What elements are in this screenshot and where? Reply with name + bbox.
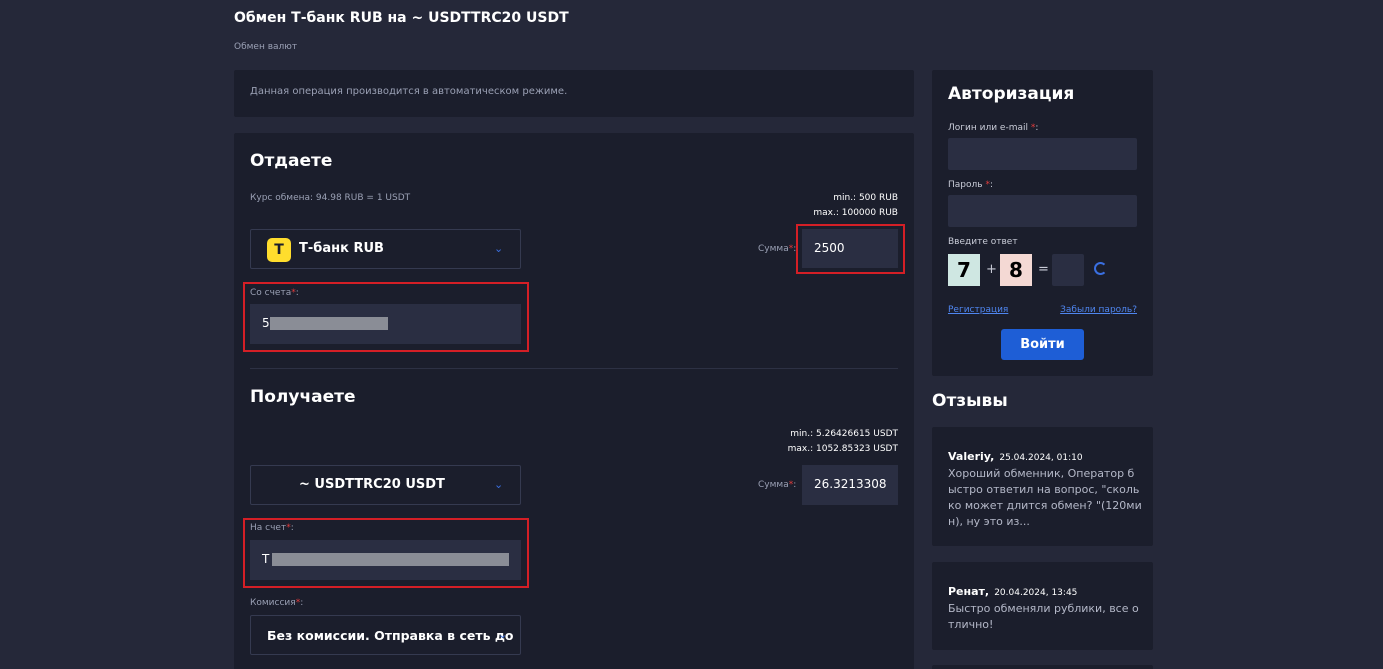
get-currency-select[interactable]: ~ USDTTRC20 USDT ⌄ (250, 465, 521, 505)
redacted-mask (272, 553, 509, 566)
get-min: min.: 5.26426615 USDT (790, 429, 898, 439)
password-label: Пароль *: (948, 180, 993, 190)
give-amount-input[interactable]: 2500 (802, 229, 898, 268)
register-link[interactable]: Регистрация (948, 305, 1008, 315)
review-date: 20.04.2024, 13:45 (994, 588, 1078, 598)
captcha-operator: + (986, 262, 997, 277)
redacted-mask (270, 317, 388, 330)
give-min: min.: 500 RUB (833, 193, 898, 203)
get-max: max.: 1052.85323 USDT (787, 444, 898, 454)
from-account-input[interactable]: 5 (250, 304, 521, 344)
review-header: Ренат, 20.04.2024, 13:45 (948, 580, 1077, 599)
login-input[interactable] (948, 138, 1137, 170)
give-amount-label: Сумма*: (758, 244, 797, 254)
review-card: Ренат, 20.04.2024, 13:45 Быстро обменяли… (932, 562, 1153, 650)
section-divider (250, 368, 898, 369)
captcha-image-b: 8 (1000, 254, 1032, 286)
get-title: Получаете (250, 387, 356, 407)
captcha-equals: = (1038, 262, 1049, 277)
login-label: Логин или e-mail *: (948, 123, 1039, 133)
to-account-label: На счет*: (250, 523, 294, 533)
give-currency-name: Т-банк RUB (299, 241, 384, 256)
commission-value: Без комиссии. Отправка в сеть до (267, 628, 514, 643)
login-button[interactable]: Войти (1001, 329, 1084, 360)
get-amount-value: 26.3213308 (814, 477, 887, 491)
exchange-rate: Курс обмена: 94.98 RUB = 1 USDT (250, 193, 411, 203)
get-limits: min.: 5.26426615 USDT max.: 1052.85323 U… (788, 427, 898, 457)
auth-title: Авторизация (948, 84, 1075, 104)
review-header: Valeriy, 25.04.2024, 01:10 (948, 445, 1083, 464)
to-account-value: T (262, 552, 270, 566)
give-max: max.: 100000 RUB (813, 208, 898, 218)
give-currency-select[interactable]: Т Т-банк RUB ⌄ (250, 229, 521, 269)
get-currency-name: ~ USDTTRC20 USDT (299, 477, 445, 492)
captcha-input[interactable] (1052, 254, 1084, 286)
to-account-input[interactable]: T (250, 540, 521, 580)
captcha-label: Введите ответ (948, 237, 1018, 247)
review-text: Быстро обменяли рублики, все о тлично! (948, 602, 1139, 631)
tbank-logo-icon: Т (267, 238, 291, 262)
reviews-title: Отзывы (932, 391, 1008, 411)
review-card: Valeriy, 25.04.2024, 01:10 Хороший обмен… (932, 427, 1153, 546)
give-limits: min.: 500 RUB max.: 100000 RUB (813, 191, 898, 221)
page-title: Обмен Т-банк RUB на ~ USDTTRC20 USDT (234, 10, 569, 26)
forgot-password-link[interactable]: Забыли пароль? (1060, 305, 1137, 315)
chevron-down-icon: ⌄ (494, 478, 504, 491)
notice-panel: Данная операция производится в автоматич… (234, 70, 914, 117)
chevron-down-icon: ⌄ (498, 628, 508, 641)
give-title: Отдаете (250, 151, 333, 171)
review-date: 25.04.2024, 01:10 (999, 453, 1083, 463)
chevron-down-icon: ⌄ (494, 242, 504, 255)
get-amount-input[interactable]: 26.3213308 (802, 465, 898, 505)
review-text: Хороший обменник, Оператор б ыстро ответ… (948, 467, 1142, 528)
password-input[interactable] (948, 195, 1137, 227)
commission-label: Комиссия*: (250, 598, 304, 608)
commission-select[interactable]: Без комиссии. Отправка в сеть до ⌄ (250, 615, 521, 655)
from-account-label: Со счета*: (250, 288, 299, 298)
give-amount-value: 2500 (814, 241, 845, 255)
review-card (932, 665, 1153, 669)
notice-text: Данная операция производится в автоматич… (250, 86, 568, 97)
get-amount-label: Сумма*: (758, 480, 797, 490)
breadcrumb[interactable]: Обмен валют (234, 42, 297, 52)
refresh-icon[interactable] (1094, 262, 1107, 275)
from-account-value: 5 (262, 316, 270, 330)
review-author: Ренат, (948, 585, 990, 598)
review-author: Valeriy, (948, 450, 995, 463)
captcha-image-a: 7 (948, 254, 980, 286)
